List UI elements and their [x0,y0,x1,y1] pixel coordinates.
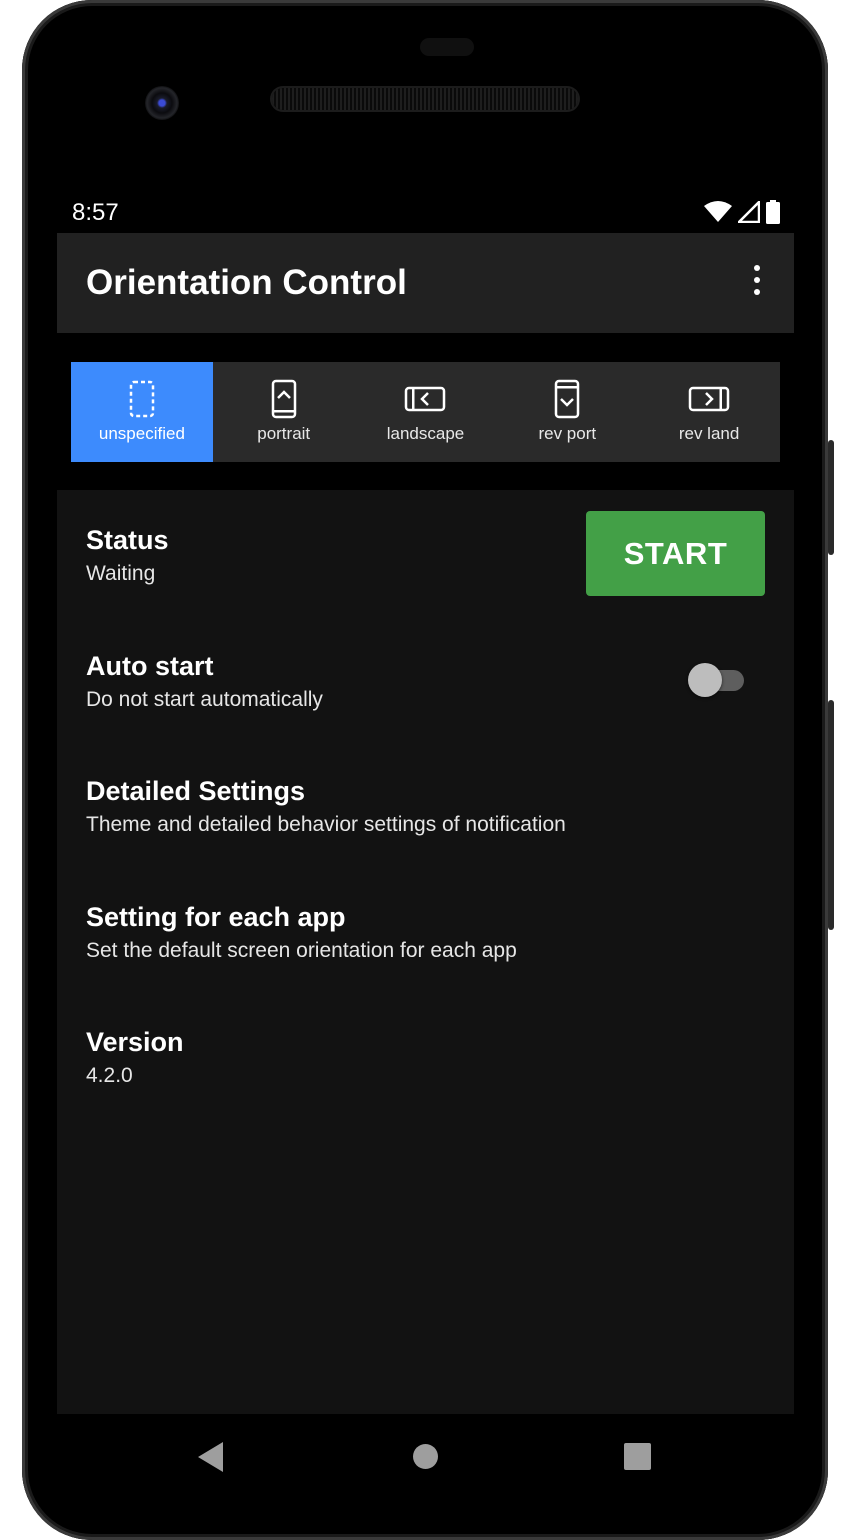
per-app-summary: Set the default screen orientation for e… [86,939,517,962]
detailed-settings-row[interactable]: Detailed Settings Theme and detailed beh… [86,776,566,837]
status-time: 8:57 [72,199,119,226]
back-icon[interactable] [198,1442,224,1472]
wifi-icon [704,201,732,222]
status-bar: 8:57 [57,190,794,233]
detailed-settings-title: Detailed Settings [86,776,306,806]
orientation-reverse-landscape-icon [688,386,730,412]
orientation-unspecified-icon [129,380,155,418]
per-app-title: Setting for each app [86,902,346,932]
detailed-settings-summary: Theme and detailed behavior settings of … [86,813,566,836]
orientation-tabs: unspecified portrait landscape rev port … [71,362,780,462]
orientation-landscape-icon [405,386,446,412]
cell-signal-icon [738,201,760,223]
volume-button [828,700,834,930]
app-bar: Orientation Control [57,233,794,333]
version-row[interactable]: Version 4.2.0 [86,1027,184,1088]
orientation-reverse-portrait-icon [555,379,580,419]
tab-portrait[interactable]: portrait [213,362,355,462]
earpiece-speaker [272,88,578,110]
start-button[interactable]: START [586,511,765,596]
version-value: 4.2.0 [86,1064,133,1087]
status-title: Status [86,525,169,555]
settings-list: Status Waiting START Auto start Do not s… [57,490,794,1414]
app-title: Orientation Control [86,263,407,302]
front-camera [145,86,179,120]
tab-rev-port[interactable]: rev port [496,362,638,462]
tab-rev-land[interactable]: rev land [638,362,780,462]
power-button [828,440,834,555]
tab-label: portrait [257,424,311,443]
battery-icon [766,200,780,224]
tab-unspecified[interactable]: unspecified [71,362,213,462]
version-title: Version [86,1027,184,1057]
screen: 8:57 Orientation Control unspecified por… [57,190,794,1414]
more-vert-icon[interactable] [750,265,764,301]
tab-landscape[interactable]: landscape [355,362,497,462]
recents-icon[interactable] [624,1443,651,1470]
tab-label: landscape [386,424,465,443]
proximity-sensor [420,38,474,56]
auto-start-row[interactable]: Auto start Do not start automatically [86,651,323,712]
auto-start-summary: Do not start automatically [86,688,323,711]
orientation-portrait-icon [271,379,296,419]
status-value: Waiting [86,562,156,585]
tab-label: unspecified [98,424,185,443]
auto-start-toggle[interactable] [687,661,747,699]
toggle-thumb [688,663,722,697]
navigation-bar [57,1414,794,1500]
tab-label: rev land [678,424,740,443]
home-icon[interactable] [413,1444,438,1469]
per-app-row[interactable]: Setting for each app Set the default scr… [86,902,517,963]
tab-label: rev port [538,424,597,443]
auto-start-title: Auto start [86,651,214,681]
status-row: Status Waiting [86,525,169,586]
